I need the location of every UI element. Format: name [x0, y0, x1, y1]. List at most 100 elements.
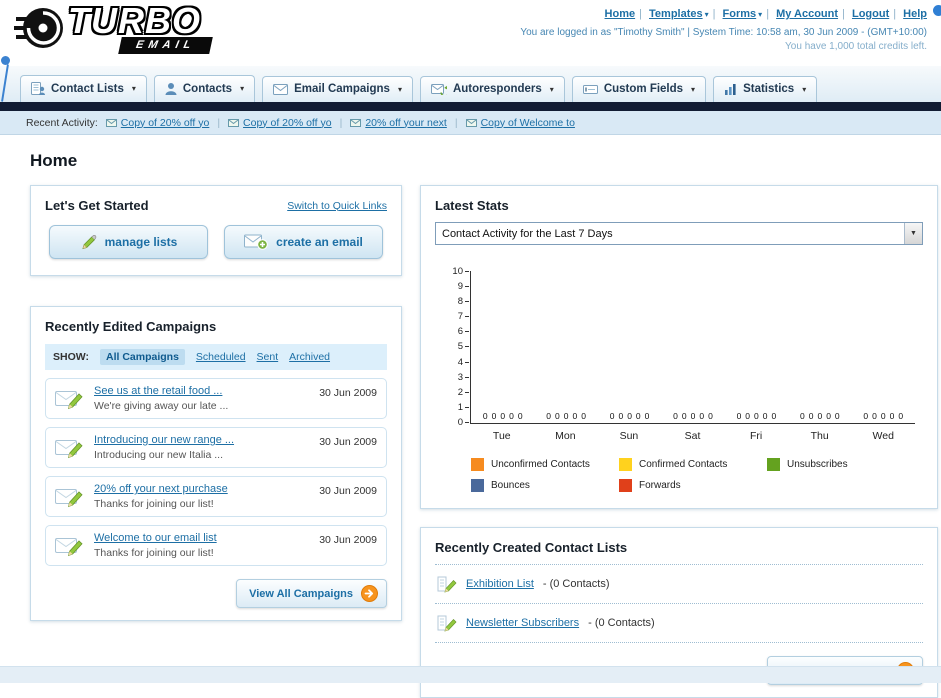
recent-activity-link[interactable]: 20% off your next	[365, 117, 447, 129]
logo-subtitle: EMAIL	[118, 37, 214, 54]
campaign-link[interactable]: 20% off your next purchase	[94, 483, 228, 495]
legend-swatch	[471, 458, 484, 471]
recent-activity-item: Copy of Welcome to	[465, 117, 575, 129]
main-content: Home Let's Get Started Switch to Quick L…	[0, 135, 941, 698]
manage-lists-label: manage lists	[104, 235, 178, 249]
legend-swatch	[619, 458, 632, 471]
tab-statistics[interactable]: Statistics ▾	[713, 76, 818, 102]
legend-swatch	[619, 479, 632, 492]
legend-label: Forwards	[639, 480, 681, 491]
campaign-date: 30 Jun 2009	[319, 387, 377, 399]
top-link-my-account[interactable]: My Account	[776, 8, 838, 20]
arrow-right-icon	[361, 585, 378, 602]
campaign-link[interactable]: Introducing our new range ...	[94, 434, 234, 446]
view-all-campaigns-label: View All Campaigns	[249, 587, 353, 600]
view-all-campaigns-button[interactable]: View All Campaigns	[236, 579, 387, 608]
bar-value: 0	[834, 411, 840, 421]
bar-groups: 00000000000000000000000000000000000	[471, 411, 915, 421]
tab-label: Autoresponders	[452, 83, 542, 95]
tab-email-campaigns[interactable]: Email Campaigns ▾	[262, 76, 413, 102]
bar-group: 00000	[852, 411, 915, 421]
bar-value: 0	[880, 411, 886, 421]
filter-all-campaigns[interactable]: All Campaigns	[99, 349, 185, 365]
contact-list-link[interactable]: Newsletter Subscribers	[466, 617, 579, 629]
bar-value: 0	[517, 411, 523, 421]
contact-lists-icon	[31, 82, 45, 95]
top-link-forms[interactable]: Forms ▾	[723, 8, 763, 20]
legend-label: Unsubscribes	[787, 459, 848, 470]
bar-value: 0	[736, 411, 742, 421]
email-campaigns-icon	[273, 83, 289, 95]
x-axis-labels: Tue Mon Sun Sat Fri Thu Wed	[470, 430, 915, 442]
envelope-icon	[105, 118, 117, 127]
top-link-templates[interactable]: Templates ▾	[649, 8, 709, 20]
x-tick-label: Sat	[684, 430, 701, 442]
stats-dropdown-value: Contact Activity for the Last 7 Days	[442, 227, 613, 240]
bar-value: 0	[618, 411, 624, 421]
chevron-down-icon: ▾	[397, 84, 402, 94]
campaign-date: 30 Jun 2009	[319, 436, 377, 448]
credits-info: You have 1,000 total credits left.	[785, 41, 927, 52]
switch-quick-links-link[interactable]: Switch to Quick Links	[287, 200, 387, 212]
legend-swatch	[767, 458, 780, 471]
separator: |	[712, 8, 716, 20]
legend-label: Bounces	[491, 480, 530, 491]
top-nav: Home | Templates ▾ | Forms ▾ | My Account | Lo…	[520, 8, 927, 20]
x-tick-label: Fri	[749, 430, 763, 442]
tab-contact-lists[interactable]: Contact Lists ▾	[20, 75, 147, 102]
bar-value: 0	[681, 411, 687, 421]
main-nav: Contact Lists ▾ Contacts ▾ Email Campaigns…	[0, 66, 941, 102]
campaign-link[interactable]: Welcome to our email list	[94, 532, 217, 544]
separator: |	[639, 8, 642, 20]
bar-value: 0	[799, 411, 805, 421]
bar-value: 0	[762, 411, 768, 421]
chart-plot-area: 00000000000000000000000000000000000	[470, 271, 915, 424]
tab-custom-fields[interactable]: Custom Fields ▾	[571, 76, 707, 102]
filter-archived[interactable]: Archived	[289, 351, 330, 363]
campaign-date: 30 Jun 2009	[319, 485, 377, 497]
legend-item: Forwards	[619, 479, 767, 492]
stats-period-dropdown[interactable]: Contact Activity for the Last 7 Days ▼	[435, 222, 923, 245]
recent-activity-link[interactable]: Copy of 20% off yo	[243, 117, 332, 129]
chevron-down-icon: ▾	[704, 10, 709, 19]
legend-item: Unconfirmed Contacts	[471, 458, 619, 471]
recent-activity-item: 20% off your next	[350, 117, 447, 129]
contact-list-count: - (0 Contacts)	[588, 617, 655, 629]
bar-value: 0	[635, 411, 641, 421]
manage-lists-button[interactable]: manage lists	[49, 225, 208, 259]
show-label: SHOW:	[53, 351, 89, 363]
bar-value: 0	[817, 411, 823, 421]
top-link-label: Templates	[649, 8, 703, 20]
custom-fields-icon	[582, 84, 598, 94]
recent-activity-link[interactable]: Copy of 20% off yo	[121, 117, 210, 129]
bar-value: 0	[627, 411, 632, 421]
campaign-link[interactable]: See us at the retail food ...	[94, 385, 222, 397]
campaign-edit-icon	[55, 538, 83, 557]
bar-value: 0	[555, 411, 560, 421]
app-logo: TURBO EMAIL	[10, 2, 214, 66]
separator: |	[339, 116, 343, 129]
tab-contacts[interactable]: Contacts ▾	[153, 75, 256, 102]
bar-value: 0	[826, 411, 831, 421]
filter-scheduled[interactable]: Scheduled	[196, 351, 246, 363]
tab-label: Custom Fields	[603, 83, 684, 95]
top-link-home[interactable]: Home	[605, 8, 636, 20]
top-link-help[interactable]: Help	[903, 8, 927, 20]
recent-campaigns-panel: Recently Edited Campaigns SHOW: All Camp…	[30, 306, 402, 621]
campaign-subtitle: Introducing our new Italia ...	[94, 449, 223, 461]
envelope-icon	[350, 118, 362, 127]
legend-item: Confirmed Contacts	[619, 458, 767, 471]
bar-value: 0	[889, 411, 895, 421]
filter-sent[interactable]: Sent	[257, 351, 279, 363]
tab-label: Email Campaigns	[294, 83, 390, 95]
bar-value: 0	[771, 411, 777, 421]
recent-activity-item: Copy of 20% off yo	[105, 117, 210, 129]
create-email-button[interactable]: create an email	[224, 225, 383, 259]
tab-autoresponders[interactable]: Autoresponders ▾	[419, 76, 565, 102]
bar-group: 00000	[471, 411, 534, 421]
contact-list-link[interactable]: Exhibition List	[466, 578, 534, 590]
top-link-logout[interactable]: Logout	[852, 8, 889, 20]
campaign-row: See us at the retail food ... We're givi…	[45, 378, 387, 419]
nav-divider-bar	[0, 102, 941, 111]
recent-activity-link[interactable]: Copy of Welcome to	[481, 117, 575, 129]
